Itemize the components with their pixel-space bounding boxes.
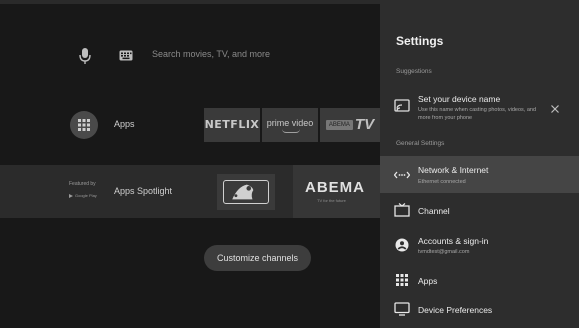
mlb-logo-icon [223,180,269,204]
home-screen: Search movies, TV, and more Apps NETFLIX… [0,0,380,328]
apps-row: Apps NETFLIX prime video ABEMA TV [0,108,380,142]
microphone-icon[interactable] [78,47,92,65]
customize-channels-button[interactable]: Customize channels [204,245,311,271]
settings-item-apps[interactable]: Apps [380,269,579,293]
settings-item-title: Accounts & sign-in [418,236,489,246]
abema-logo-text: ABEMA [305,179,365,196]
prime-video-label: prime video [266,118,314,128]
settings-item-channel[interactable]: Channel [380,199,579,223]
suggestion-title: Set your device name [418,94,501,104]
suggestion-subtitle: Use this name when casting photos, video… [418,107,537,121]
spotlight-tile-abema[interactable]: ABEMA TV for the future [293,165,380,218]
cast-icon [394,99,410,112]
dismiss-suggestion-close-icon[interactable] [550,104,560,114]
network-icon [394,171,410,179]
settings-item-accounts-sign-in[interactable]: Accounts & sign-in tvmdtest@gmail.com [380,230,579,260]
settings-item-subtitle: tvmdtest@gmail.com [418,249,470,255]
app-tile-netflix[interactable]: NETFLIX [204,108,260,142]
top-strip [0,0,380,4]
spotlight-tile-mlb[interactable] [217,174,275,210]
google-play-label: Google Play [75,193,97,198]
apps-button[interactable] [70,111,98,139]
settings-item-network-internet[interactable]: Network & Internet Ethernet connected [380,156,579,193]
apps-grid-icon [78,119,90,131]
settings-item-title: Apps [418,276,438,286]
monitor-icon [394,302,410,316]
settings-item-title: Channel [418,206,450,216]
app-tile-prime-video[interactable]: prime video [262,108,318,142]
featured-by-label: Featured by [69,181,96,187]
settings-title: Settings [396,34,444,48]
apps-grid-icon [396,274,408,286]
google-play-logo: Google Play [69,193,97,198]
settings-panel: Settings Suggestions Set your device nam… [380,0,579,328]
keyboard-icon[interactable] [119,50,133,61]
app-tile-abema-tv[interactable]: ABEMA TV [320,108,380,142]
google-play-icon [69,193,73,198]
spotlight-label: Apps Spotlight [114,186,173,196]
general-settings-header: General Settings [396,140,445,147]
settings-item-title: Network & Internet [418,165,489,175]
abema-badge: ABEMA [325,120,353,130]
tv-screen: Search movies, TV, and more Apps NETFLIX… [0,0,579,328]
apps-row-label: Apps [114,119,135,129]
settings-item-device-preferences[interactable]: Device Preferences [380,298,579,322]
account-icon [395,238,409,252]
search-bar[interactable]: Search movies, TV, and more [0,44,380,68]
tv-icon [394,203,410,217]
settings-item-title: Device Preferences [418,305,493,315]
apps-spotlight-row: Featured by Google Play Apps Spotlight A… [0,165,380,218]
suggestions-header: Suggestions [396,68,432,75]
search-placeholder[interactable]: Search movies, TV, and more [152,49,270,59]
abema-tv-label: TV [354,116,375,133]
abema-tagline: TV for the future [317,198,346,203]
settings-item-subtitle: Ethernet connected [418,179,466,185]
prime-smile-icon [282,129,300,133]
